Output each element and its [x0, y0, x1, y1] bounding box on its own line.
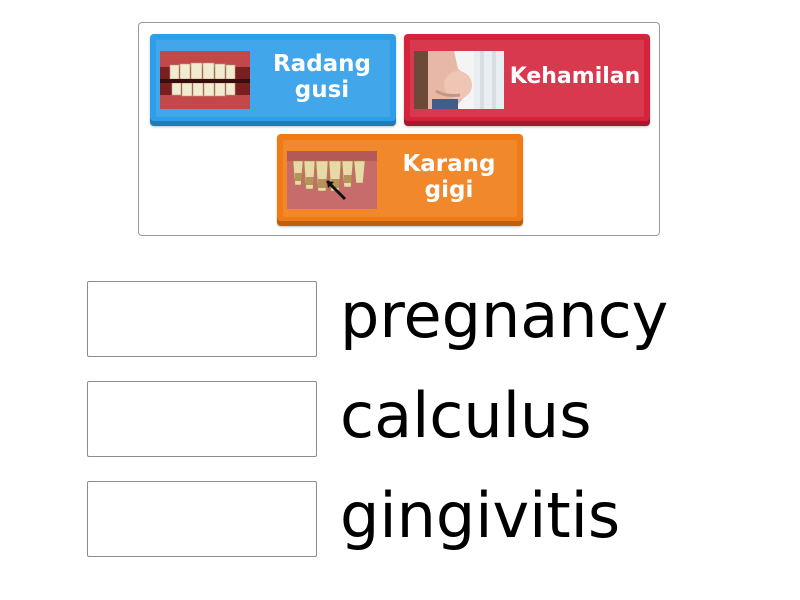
tile-radang-gusi[interactable]: Radang gusi	[150, 34, 396, 126]
tile-label: Karang gigi	[402, 151, 496, 203]
dental-calculus-image	[287, 151, 377, 209]
match-row: gingivitis	[87, 481, 727, 557]
target-word: calculus	[340, 379, 592, 452]
answer-tray: Radang gusi Kehamilan Karang gigi	[138, 22, 660, 236]
drop-box-gingivitis[interactable]	[87, 481, 317, 557]
tile-kehamilan[interactable]: Kehamilan	[404, 34, 650, 126]
tile-karang-gigi[interactable]: Karang gigi	[277, 134, 523, 226]
tile-label: Radang gusi	[272, 51, 372, 103]
tile-label: Kehamilan	[509, 64, 641, 89]
match-row: calculus	[87, 381, 727, 457]
drop-box-pregnancy[interactable]	[87, 281, 317, 357]
match-row: pregnancy	[87, 281, 727, 357]
target-word: gingivitis	[340, 479, 621, 552]
target-word: pregnancy	[340, 279, 669, 352]
pregnant-woman-image	[414, 51, 504, 109]
inflamed-gums-image	[160, 51, 250, 109]
drop-box-calculus[interactable]	[87, 381, 317, 457]
